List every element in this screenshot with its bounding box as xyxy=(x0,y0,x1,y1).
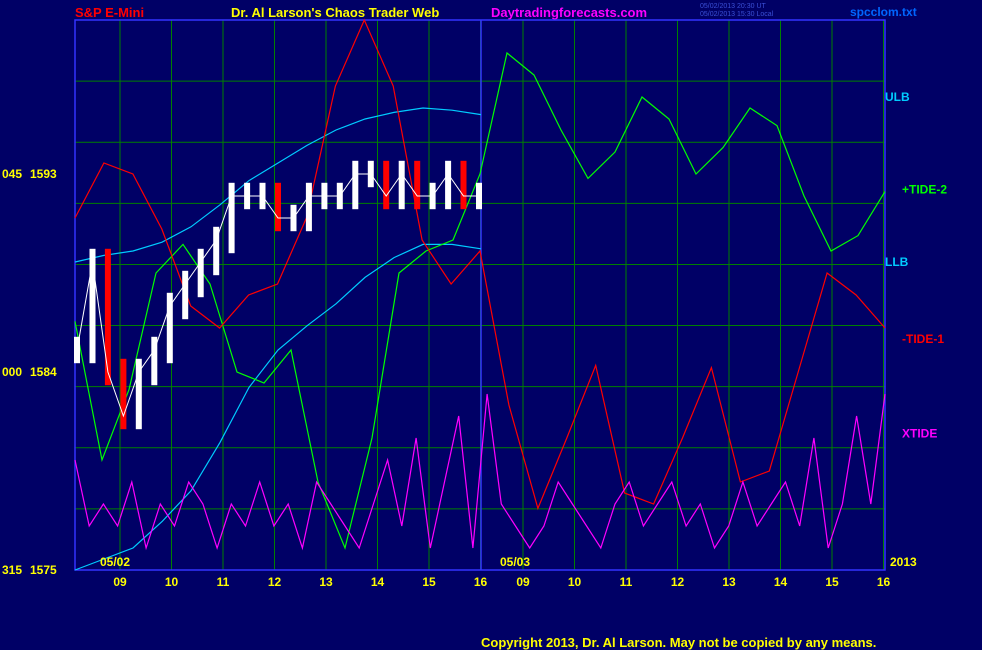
price-bar xyxy=(352,160,359,210)
x-tick-label: 09 xyxy=(113,575,127,589)
x-tick-label: 14 xyxy=(371,575,385,589)
series-label: ULB xyxy=(885,90,910,104)
x-tick-label: 10 xyxy=(165,575,179,589)
y-price-label: 1593 xyxy=(30,167,57,181)
price-bar xyxy=(398,160,405,210)
x-tick-label: 14 xyxy=(774,575,788,589)
copyright-notice: Copyright 2013, Dr. Al Larson. May not b… xyxy=(481,635,877,650)
x-tick-label: 13 xyxy=(722,575,736,589)
price-bar xyxy=(383,160,390,210)
series-label: XTIDE xyxy=(902,427,937,441)
price-bar xyxy=(120,358,127,430)
chart-grid xyxy=(75,19,885,571)
series-label: -TIDE-1 xyxy=(902,332,944,346)
price-bar xyxy=(197,248,204,298)
x-tick-label: 12 xyxy=(671,575,685,589)
x-tick-label: 16 xyxy=(877,575,891,589)
y-angle-label: 315 xyxy=(2,563,22,577)
y-price-label: 1575 xyxy=(30,563,57,577)
price-bar xyxy=(182,270,189,320)
x-tick-label: 15 xyxy=(825,575,839,589)
x-tick-label: 13 xyxy=(319,575,333,589)
date-marker: 2013 xyxy=(890,555,917,569)
date-marker: 05/03 xyxy=(500,555,530,569)
price-bar xyxy=(104,248,111,386)
x-tick-label: 09 xyxy=(516,575,530,589)
price-bar xyxy=(445,160,452,210)
x-tick-label: 15 xyxy=(422,575,436,589)
price-bar xyxy=(89,248,96,364)
x-tick-label: 11 xyxy=(620,575,633,589)
x-tick-label: 11 xyxy=(217,575,230,589)
series-label: +TIDE-2 xyxy=(902,182,947,196)
y-angle-label: 000 xyxy=(2,365,22,379)
chaos-trader-chart: 09 10 11 12 13 14 15 16 09 10 11 12 13 14 15 16 05/02 05/… xyxy=(2,18,947,589)
series-labels: ULB +TIDE-2 LLB -TIDE-1 XTIDE xyxy=(885,90,947,441)
price-bar xyxy=(228,182,235,254)
series-label: LLB xyxy=(885,255,909,269)
price-bar xyxy=(275,182,281,232)
y-angle-label: 045 xyxy=(2,167,22,181)
x-tick-label: 12 xyxy=(268,575,282,589)
price-bar xyxy=(305,182,312,232)
price-bars xyxy=(74,160,482,430)
x-tick-label: 16 xyxy=(474,575,488,589)
y-price-label: 1584 xyxy=(30,365,57,379)
price-bar xyxy=(414,160,421,210)
price-bar xyxy=(460,160,467,210)
date-marker: 05/02 xyxy=(100,555,130,569)
x-tick-label: 10 xyxy=(568,575,582,589)
